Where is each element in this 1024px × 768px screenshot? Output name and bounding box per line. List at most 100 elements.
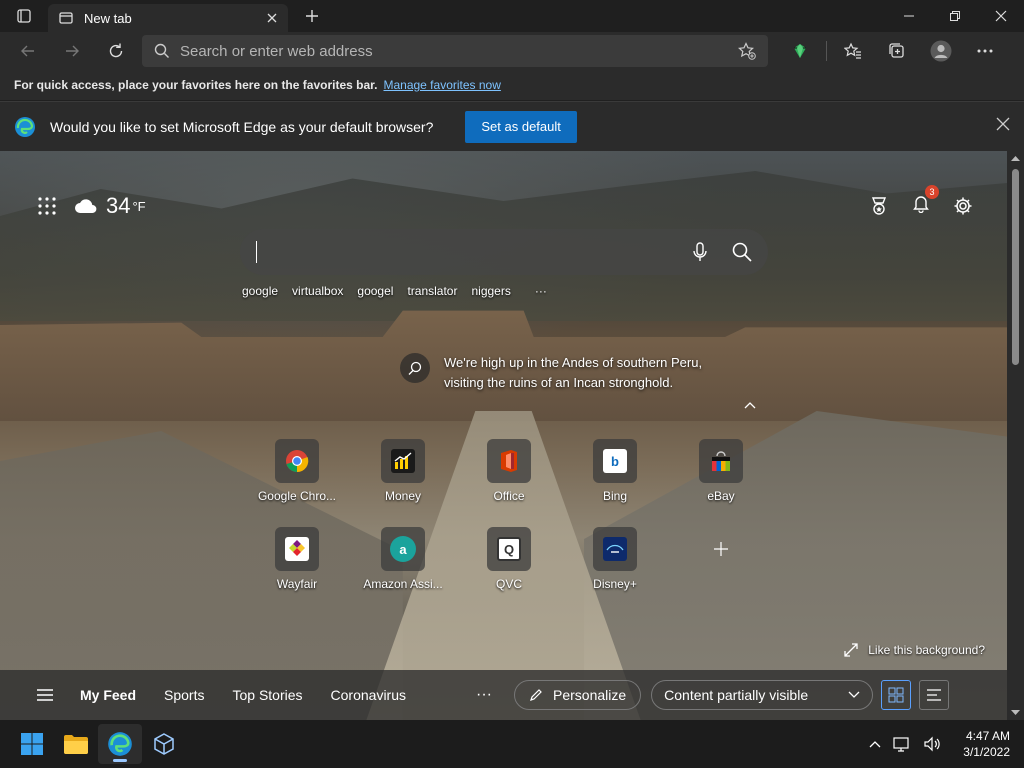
quick-link[interactable]: translator [407,284,457,298]
app-launcher-icon[interactable] [38,197,56,215]
close-infobar-icon[interactable] [996,117,1010,131]
collections-button[interactable] [875,35,919,67]
rewards-icon[interactable] [869,196,889,216]
disney-plus-logo-icon [603,537,627,561]
tab-actions-button[interactable] [0,0,48,32]
scroll-down-icon[interactable] [1011,710,1020,716]
file-explorer-button[interactable] [54,724,98,764]
wayfair-logo-icon [285,537,309,561]
quick-link[interactable]: googel [357,284,393,298]
default-browser-message: Would you like to set Microsoft Edge as … [50,118,434,135]
quick-link[interactable]: virtualbox [292,284,343,298]
weather-temperature: 34 [106,193,131,218]
top-site-tile[interactable]: a Amazon Assi... [350,527,456,591]
search-icon [408,361,422,375]
quick-link[interactable]: niggers [471,284,510,298]
set-as-default-button[interactable]: Set as default [465,110,577,143]
close-tab-icon[interactable] [266,12,278,24]
volume-icon[interactable] [923,736,941,752]
tab-title: New tab [84,10,132,26]
feed-tab-my-feed[interactable]: My Feed [80,687,136,703]
tab-new-tab[interactable]: New tab [48,4,288,32]
extension-button[interactable] [778,35,822,67]
quick-link[interactable]: google [242,284,278,298]
folder-icon [64,735,88,754]
weather-widget[interactable]: 34 °F [74,193,146,219]
system-tray: 4:47 AM 3/1/2022 [869,720,1010,768]
feed-more-button[interactable]: ··· [476,686,492,704]
feed-tab-coronavirus[interactable]: Coronavirus [331,687,406,703]
quick-links-more[interactable]: ··· [535,284,547,298]
page-scrollbar[interactable] [1007,151,1024,720]
chevron-up-icon[interactable] [869,740,881,748]
office-logo-icon [501,450,517,472]
cloud-icon [75,199,97,213]
start-button[interactable] [10,724,54,764]
restore-button[interactable] [932,0,978,32]
manage-favorites-link[interactable]: Manage favorites now [383,78,500,92]
edge-logo-icon [108,732,132,756]
microphone-icon[interactable] [692,242,708,262]
pencil-icon [530,689,542,701]
settings-more-button[interactable] [963,35,1007,67]
address-bar[interactable]: Search or enter web address [142,35,768,67]
browser-toolbar: Search or enter web address [0,32,1024,70]
top-site-tile[interactable]: b Bing [562,439,668,503]
top-site-tile[interactable]: Q QVC [456,527,562,591]
content-visibility-value: Content partially visible [664,687,809,703]
feed-tab-sports[interactable]: Sports [164,687,204,703]
personalize-button[interactable]: Personalize [514,680,642,710]
favorites-button[interactable] [831,35,875,67]
background-info: We're high up in the Andes of southern P… [400,353,704,393]
feed-bar: My Feed Sports Top Stories Coronavirus ·… [0,670,1007,720]
grid-view-button[interactable] [881,680,912,710]
money-logo-icon [391,449,415,473]
gear-icon[interactable] [953,196,973,216]
new-tab-button[interactable] [294,2,330,30]
top-site-tile[interactable]: Google Chro... [244,439,350,503]
back-button[interactable] [6,35,50,67]
personalize-label: Personalize [553,687,627,703]
virtualbox-taskbar-button[interactable] [142,724,186,764]
top-site-name: Wayfair [276,577,318,591]
collections-icon [889,43,904,58]
forward-button[interactable] [50,35,94,67]
edge-taskbar-button[interactable] [98,724,142,764]
top-site-tile[interactable]: Disney+ [562,527,668,591]
address-placeholder: Search or enter web address [180,42,373,60]
favorites-bar: For quick access, place your favorites h… [0,70,1024,100]
search-submit-icon[interactable] [732,242,752,262]
chrome-logo-icon [286,450,309,473]
content-visibility-dropdown[interactable]: Content partially visible [651,680,874,710]
top-site-tile[interactable]: Office [456,439,562,503]
virtualbox-cube-icon [154,733,174,755]
quick-links: google virtualbox googel translator nigg… [242,284,547,298]
list-view-button[interactable] [919,680,950,710]
top-site-tile[interactable]: Money [350,439,456,503]
network-icon[interactable] [893,736,911,752]
hamburger-menu-icon[interactable] [36,688,54,702]
close-window-button[interactable] [978,0,1024,32]
add-favorite-icon[interactable] [738,42,756,60]
feed-tab-top-stories[interactable]: Top Stories [232,687,302,703]
profile-button[interactable] [919,35,963,67]
arrow-left-icon [21,45,34,57]
notifications-button[interactable]: 3 [911,185,939,218]
scroll-up-icon[interactable] [1011,155,1020,161]
title-bar: New tab [0,0,1024,32]
minimize-button[interactable] [886,0,932,32]
add-site-tile[interactable] [668,527,774,591]
top-site-tile[interactable]: Wayfair [244,527,350,591]
chevron-up-icon[interactable] [744,401,756,409]
tab-actions-icon [17,9,31,23]
taskbar-clock[interactable]: 4:47 AM 3/1/2022 [963,728,1010,760]
scrollbar-thumb[interactable] [1012,169,1019,365]
ebay-bag-icon [712,451,730,471]
default-browser-infobar: Would you like to set Microsoft Edge as … [0,101,1024,151]
web-search-box[interactable] [240,229,768,275]
top-site-tile[interactable]: eBay [668,439,774,503]
top-site-name: Bing [602,489,628,503]
like-background-button[interactable]: Like this background? [844,643,985,657]
image-search-button[interactable] [400,353,430,383]
refresh-button[interactable] [94,35,138,67]
